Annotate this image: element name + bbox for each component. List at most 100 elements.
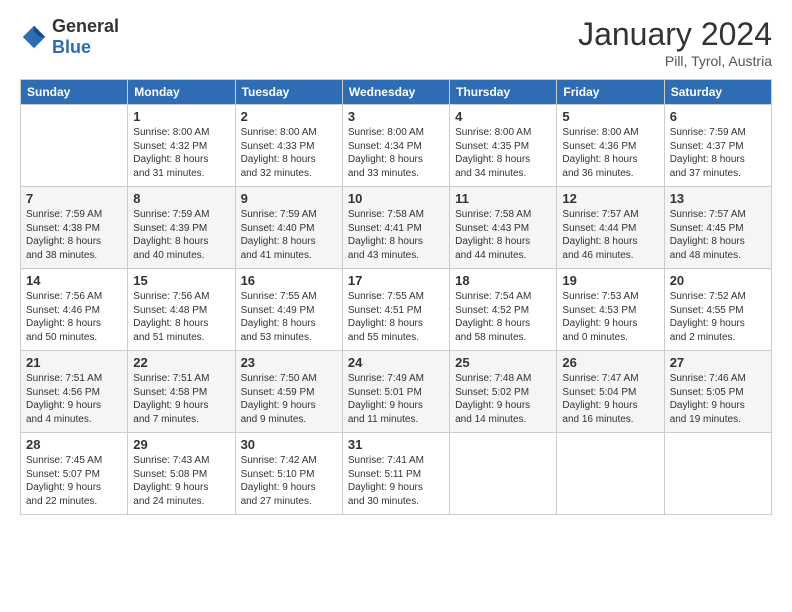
- day-info: Sunrise: 8:00 AM Sunset: 4:35 PM Dayligh…: [455, 126, 551, 180]
- day-info: Sunrise: 7:48 AM Sunset: 5:02 PM Dayligh…: [455, 372, 551, 426]
- day-number: 28: [26, 437, 122, 452]
- location-subtitle: Pill, Tyrol, Austria: [578, 53, 772, 69]
- day-info: Sunrise: 7:42 AM Sunset: 5:10 PM Dayligh…: [241, 454, 337, 508]
- day-number: 22: [133, 355, 229, 370]
- day-info: Sunrise: 7:51 AM Sunset: 4:56 PM Dayligh…: [26, 372, 122, 426]
- month-title: January 2024: [578, 16, 772, 53]
- week-row-3: 14Sunrise: 7:56 AM Sunset: 4:46 PM Dayli…: [21, 269, 772, 351]
- day-cell: 5Sunrise: 8:00 AM Sunset: 4:36 PM Daylig…: [557, 105, 664, 187]
- day-info: Sunrise: 7:56 AM Sunset: 4:48 PM Dayligh…: [133, 290, 229, 344]
- day-cell: [557, 433, 664, 515]
- day-number: 21: [26, 355, 122, 370]
- day-info: Sunrise: 7:50 AM Sunset: 4:59 PM Dayligh…: [241, 372, 337, 426]
- page: General Blue January 2024 Pill, Tyrol, A…: [0, 0, 792, 525]
- logo: General Blue: [20, 16, 119, 58]
- day-cell: 10Sunrise: 7:58 AM Sunset: 4:41 PM Dayli…: [342, 187, 449, 269]
- day-number: 18: [455, 273, 551, 288]
- day-info: Sunrise: 8:00 AM Sunset: 4:32 PM Dayligh…: [133, 126, 229, 180]
- day-cell: 12 Sunrise: 7:57 AM Sunset: 4:44 PM Dayli…: [557, 187, 664, 269]
- day-cell: 8Sunrise: 7:59 AM Sunset: 4:39 PM Daylig…: [128, 187, 235, 269]
- logo-icon: [20, 23, 48, 51]
- day-number: 13: [670, 191, 766, 206]
- day-number: 29: [133, 437, 229, 452]
- day-info: Sunrise: 7:59 AM Sunset: 4:38 PM Dayligh…: [26, 208, 122, 262]
- day-info: Sunrise: 7:43 AM Sunset: 5:08 PM Dayligh…: [133, 454, 229, 508]
- day-number: 25: [455, 355, 551, 370]
- day-cell: 2Sunrise: 8:00 AM Sunset: 4:33 PM Daylig…: [235, 105, 342, 187]
- day-info: Sunrise: 8:00 AM Sunset: 4:34 PM Dayligh…: [348, 126, 444, 180]
- day-number: 7: [26, 191, 122, 206]
- day-info: Sunrise: 7:57 AM Sunset: 4:44 PM Dayligh…: [562, 208, 658, 262]
- col-header-saturday: Saturday: [664, 80, 771, 105]
- day-info: Sunrise: 7:58 AM Sunset: 4:43 PM Dayligh…: [455, 208, 551, 262]
- day-cell: 3 Sunrise: 8:00 AM Sunset: 4:34 PM Daylig…: [342, 105, 449, 187]
- week-row-1: 1 Sunrise: 8:00 AM Sunset: 4:32 PM Daylig…: [21, 105, 772, 187]
- day-number: 6: [670, 109, 766, 124]
- day-number: 31: [348, 437, 444, 452]
- day-number: 16: [241, 273, 337, 288]
- calendar-header-row: SundayMondayTuesdayWednesdayThursdayFrid…: [21, 80, 772, 105]
- day-cell: 16 Sunrise: 7:55 AM Sunset: 4:49 PM Dayli…: [235, 269, 342, 351]
- day-number: 19: [562, 273, 658, 288]
- week-row-5: 28 Sunrise: 7:45 AM Sunset: 5:07 PM Dayli…: [21, 433, 772, 515]
- day-cell: 30 Sunrise: 7:42 AM Sunset: 5:10 PM Dayli…: [235, 433, 342, 515]
- day-info: Sunrise: 7:49 AM Sunset: 5:01 PM Dayligh…: [348, 372, 444, 426]
- day-cell: [21, 105, 128, 187]
- week-row-4: 21 Sunrise: 7:51 AM Sunset: 4:56 PM Dayli…: [21, 351, 772, 433]
- day-number: 12: [562, 191, 658, 206]
- day-cell: 29 Sunrise: 7:43 AM Sunset: 5:08 PM Dayli…: [128, 433, 235, 515]
- day-number: 3: [348, 109, 444, 124]
- day-cell: 27Sunrise: 7:46 AM Sunset: 5:05 PM Dayli…: [664, 351, 771, 433]
- day-number: 17: [348, 273, 444, 288]
- day-cell: 23Sunrise: 7:50 AM Sunset: 4:59 PM Dayli…: [235, 351, 342, 433]
- day-cell: 21 Sunrise: 7:51 AM Sunset: 4:56 PM Dayli…: [21, 351, 128, 433]
- day-info: Sunrise: 7:55 AM Sunset: 4:51 PM Dayligh…: [348, 290, 444, 344]
- col-header-tuesday: Tuesday: [235, 80, 342, 105]
- day-info: Sunrise: 7:59 AM Sunset: 4:40 PM Dayligh…: [241, 208, 337, 262]
- day-number: 2: [241, 109, 337, 124]
- day-info: Sunrise: 7:53 AM Sunset: 4:53 PM Dayligh…: [562, 290, 658, 344]
- day-number: 26: [562, 355, 658, 370]
- header: General Blue January 2024 Pill, Tyrol, A…: [20, 16, 772, 69]
- day-number: 11: [455, 191, 551, 206]
- day-cell: [664, 433, 771, 515]
- week-row-2: 7 Sunrise: 7:59 AM Sunset: 4:38 PM Daylig…: [21, 187, 772, 269]
- day-number: 15: [133, 273, 229, 288]
- day-number: 27: [670, 355, 766, 370]
- day-number: 20: [670, 273, 766, 288]
- day-info: Sunrise: 7:58 AM Sunset: 4:41 PM Dayligh…: [348, 208, 444, 262]
- day-info: Sunrise: 7:51 AM Sunset: 4:58 PM Dayligh…: [133, 372, 229, 426]
- day-cell: 1 Sunrise: 8:00 AM Sunset: 4:32 PM Daylig…: [128, 105, 235, 187]
- day-info: Sunrise: 7:54 AM Sunset: 4:52 PM Dayligh…: [455, 290, 551, 344]
- day-cell: 28 Sunrise: 7:45 AM Sunset: 5:07 PM Dayli…: [21, 433, 128, 515]
- day-info: Sunrise: 7:45 AM Sunset: 5:07 PM Dayligh…: [26, 454, 122, 508]
- day-info: Sunrise: 7:52 AM Sunset: 4:55 PM Dayligh…: [670, 290, 766, 344]
- logo-general: General: [52, 16, 119, 36]
- day-cell: 19 Sunrise: 7:53 AM Sunset: 4:53 PM Dayli…: [557, 269, 664, 351]
- day-info: Sunrise: 7:47 AM Sunset: 5:04 PM Dayligh…: [562, 372, 658, 426]
- day-cell: 31Sunrise: 7:41 AM Sunset: 5:11 PM Dayli…: [342, 433, 449, 515]
- day-cell: 20 Sunrise: 7:52 AM Sunset: 4:55 PM Dayli…: [664, 269, 771, 351]
- day-info: Sunrise: 7:56 AM Sunset: 4:46 PM Dayligh…: [26, 290, 122, 344]
- day-number: 5: [562, 109, 658, 124]
- col-header-thursday: Thursday: [450, 80, 557, 105]
- day-info: Sunrise: 7:57 AM Sunset: 4:45 PM Dayligh…: [670, 208, 766, 262]
- col-header-wednesday: Wednesday: [342, 80, 449, 105]
- col-header-friday: Friday: [557, 80, 664, 105]
- day-number: 8: [133, 191, 229, 206]
- title-block: January 2024 Pill, Tyrol, Austria: [578, 16, 772, 69]
- logo-blue: Blue: [52, 37, 91, 57]
- day-number: 30: [241, 437, 337, 452]
- col-header-monday: Monday: [128, 80, 235, 105]
- day-cell: 11 Sunrise: 7:58 AM Sunset: 4:43 PM Dayli…: [450, 187, 557, 269]
- day-cell: 4Sunrise: 8:00 AM Sunset: 4:35 PM Daylig…: [450, 105, 557, 187]
- day-cell: 24 Sunrise: 7:49 AM Sunset: 5:01 PM Dayli…: [342, 351, 449, 433]
- day-cell: 22 Sunrise: 7:51 AM Sunset: 4:58 PM Dayli…: [128, 351, 235, 433]
- day-info: Sunrise: 7:55 AM Sunset: 4:49 PM Dayligh…: [241, 290, 337, 344]
- day-number: 1: [133, 109, 229, 124]
- day-number: 24: [348, 355, 444, 370]
- day-cell: 25 Sunrise: 7:48 AM Sunset: 5:02 PM Dayli…: [450, 351, 557, 433]
- day-number: 9: [241, 191, 337, 206]
- calendar-table: SundayMondayTuesdayWednesdayThursdayFrid…: [20, 79, 772, 515]
- day-info: Sunrise: 7:59 AM Sunset: 4:37 PM Dayligh…: [670, 126, 766, 180]
